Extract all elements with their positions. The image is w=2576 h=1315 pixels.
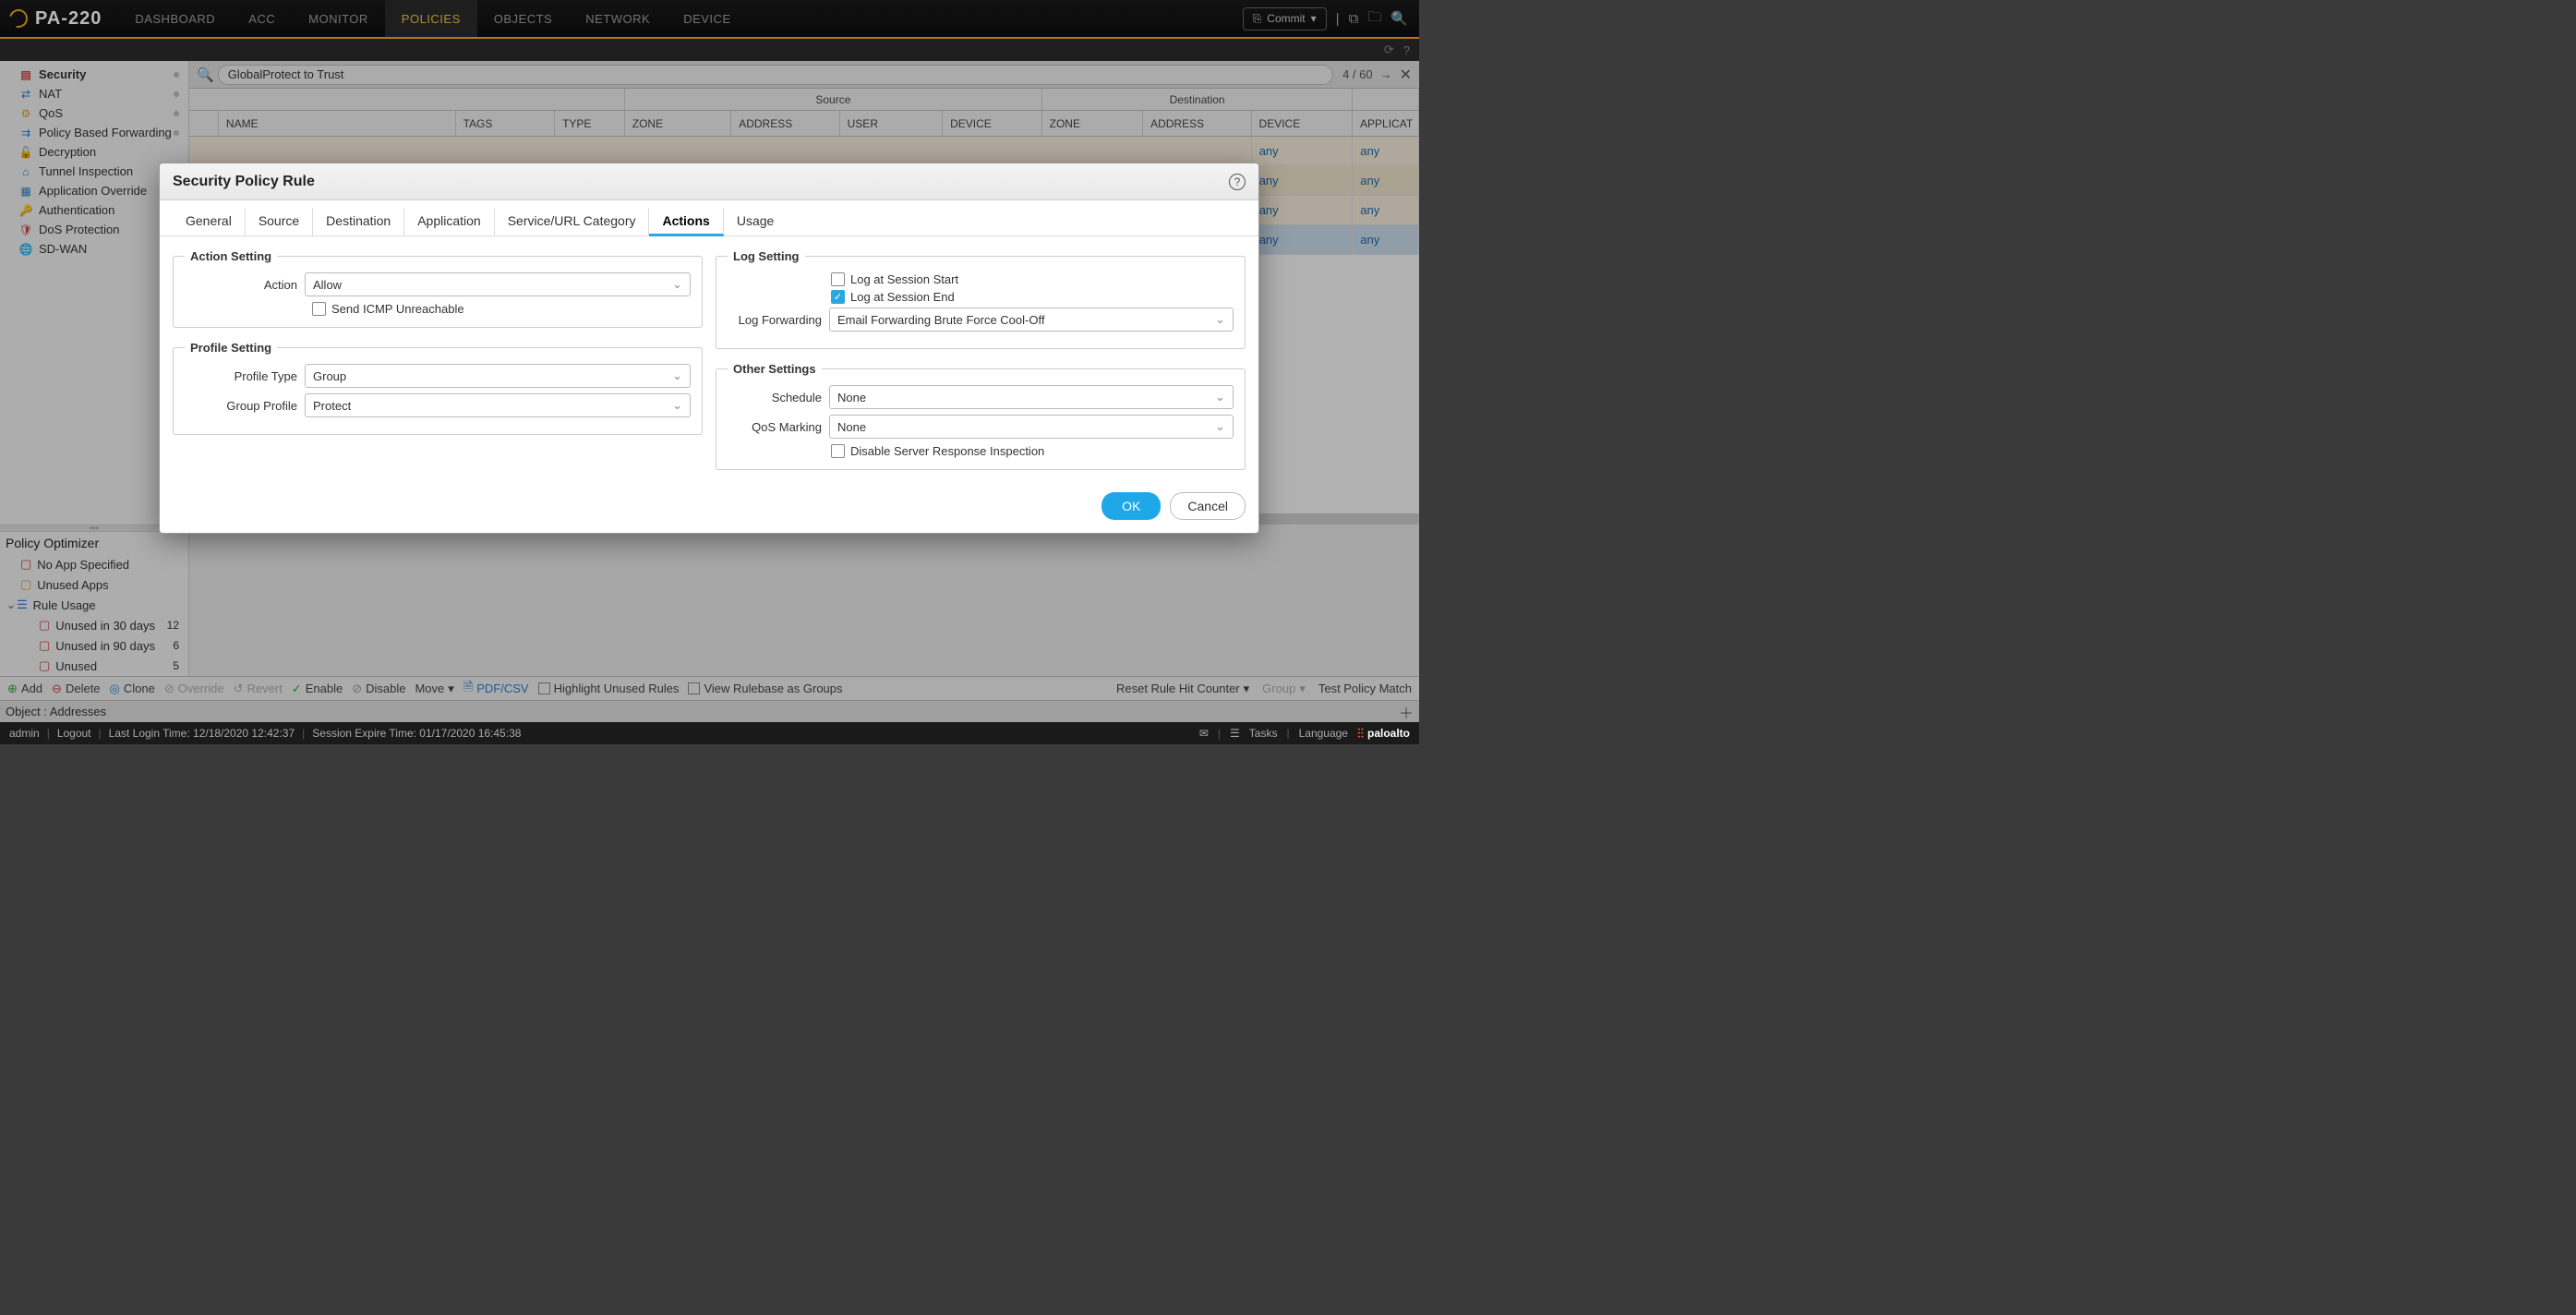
select-value: None — [837, 391, 866, 404]
log-end-checkbox[interactable]: ✓ Log at Session End — [728, 290, 1234, 304]
profile-setting-fieldset: Profile Setting Profile Type Group ⌄ Grou… — [173, 341, 703, 435]
dialog-title-bar: Security Policy Rule ? — [160, 163, 1258, 200]
checkbox-checked-icon: ✓ — [831, 290, 845, 304]
footer-lastlogin: Last Login Time: 12/18/2020 12:42:37 — [109, 727, 295, 740]
chevron-down-icon: ⌄ — [1215, 390, 1225, 404]
log-start-checkbox[interactable]: Log at Session Start — [728, 272, 1234, 286]
other-settings-fieldset: Other Settings Schedule None ⌄ QoS Markin… — [716, 362, 1246, 470]
tasks-icon: ☰ — [1230, 727, 1240, 740]
profile-setting-legend: Profile Setting — [185, 341, 277, 355]
dialog-right-column: Log Setting Log at Session Start ✓ Log a… — [716, 249, 1246, 470]
checkbox-icon — [312, 302, 326, 316]
chevron-down-icon: ⌄ — [672, 368, 682, 383]
other-settings-legend: Other Settings — [728, 362, 822, 376]
dialog-left-column: Action Setting Action Allow ⌄ Send ICMP U… — [173, 249, 703, 470]
qos-marking-label: QoS Marking — [728, 420, 829, 434]
profile-type-label: Profile Type — [185, 369, 305, 383]
tab-service-url[interactable]: Service/URL Category — [495, 208, 650, 235]
action-setting-legend: Action Setting — [185, 249, 277, 263]
paloalto-logo: ⫶⫶paloalto — [1357, 726, 1410, 742]
log-setting-fieldset: Log Setting Log at Session Start ✓ Log a… — [716, 249, 1246, 349]
select-value: None — [837, 420, 866, 434]
footer-tasks[interactable]: Tasks — [1249, 727, 1278, 740]
brand-text: paloalto — [1367, 727, 1410, 740]
qos-marking-select[interactable]: None ⌄ — [829, 415, 1234, 439]
schedule-label: Schedule — [728, 391, 829, 404]
footer-language[interactable]: Language — [1299, 727, 1348, 740]
footer-expire: Session Expire Time: 01/17/2020 16:45:38 — [312, 727, 521, 740]
log-forwarding-label: Log Forwarding — [728, 313, 829, 327]
tab-usage[interactable]: Usage — [724, 208, 787, 235]
dialog-footer: OK Cancel — [160, 483, 1258, 533]
checkbox-label: Log at Session Start — [850, 272, 958, 286]
paloalto-mark-icon: ⫶⫶ — [1357, 726, 1364, 742]
chevron-down-icon: ⌄ — [1215, 419, 1225, 434]
chevron-down-icon: ⌄ — [672, 277, 682, 292]
security-policy-rule-dialog: Security Policy Rule ? General Source De… — [159, 163, 1259, 534]
checkbox-icon — [831, 444, 845, 458]
action-select[interactable]: Allow ⌄ — [305, 272, 691, 296]
log-setting-legend: Log Setting — [728, 249, 805, 263]
tab-destination[interactable]: Destination — [313, 208, 404, 235]
footer-right: ✉| ☰ Tasks| Language ⫶⫶paloalto — [1199, 726, 1410, 742]
dialog-tabs: General Source Destination Application S… — [160, 200, 1258, 236]
ok-button[interactable]: OK — [1101, 492, 1161, 520]
dialog-body: Action Setting Action Allow ⌄ Send ICMP U… — [160, 236, 1258, 483]
tab-application[interactable]: Application — [404, 208, 495, 235]
tab-source[interactable]: Source — [246, 208, 313, 235]
checkbox-label: Disable Server Response Inspection — [850, 444, 1044, 458]
select-value: Allow — [313, 278, 342, 292]
action-setting-fieldset: Action Setting Action Allow ⌄ Send ICMP U… — [173, 249, 703, 328]
select-value: Email Forwarding Brute Force Cool-Off — [837, 313, 1044, 327]
select-value: Protect — [313, 399, 351, 413]
dialog-title: Security Policy Rule — [173, 174, 315, 190]
group-profile-label: Group Profile — [185, 399, 305, 413]
chevron-down-icon: ⌄ — [672, 398, 682, 413]
dialog-help-icon[interactable]: ? — [1229, 174, 1246, 190]
action-label: Action — [185, 278, 305, 292]
checkbox-label: Log at Session End — [850, 290, 955, 304]
footer-logout[interactable]: Logout — [57, 727, 91, 740]
footer-user[interactable]: admin — [9, 727, 40, 740]
group-profile-select[interactable]: Protect ⌄ — [305, 393, 691, 417]
schedule-select[interactable]: None ⌄ — [829, 385, 1234, 409]
tab-general[interactable]: General — [173, 208, 246, 235]
icmp-checkbox[interactable]: Send ICMP Unreachable — [185, 302, 691, 316]
cancel-button[interactable]: Cancel — [1170, 492, 1246, 520]
dsri-checkbox[interactable]: Disable Server Response Inspection — [728, 444, 1234, 458]
tab-actions[interactable]: Actions — [649, 208, 723, 236]
checkbox-label: Send ICMP Unreachable — [331, 302, 464, 316]
footer: admin| Logout| Last Login Time: 12/18/20… — [0, 722, 1419, 744]
profile-type-select[interactable]: Group ⌄ — [305, 364, 691, 388]
mail-icon[interactable]: ✉ — [1199, 727, 1209, 740]
chevron-down-icon: ⌄ — [1215, 312, 1225, 327]
log-forwarding-select[interactable]: Email Forwarding Brute Force Cool-Off ⌄ — [829, 308, 1234, 332]
select-value: Group — [313, 369, 346, 383]
checkbox-icon — [831, 272, 845, 286]
